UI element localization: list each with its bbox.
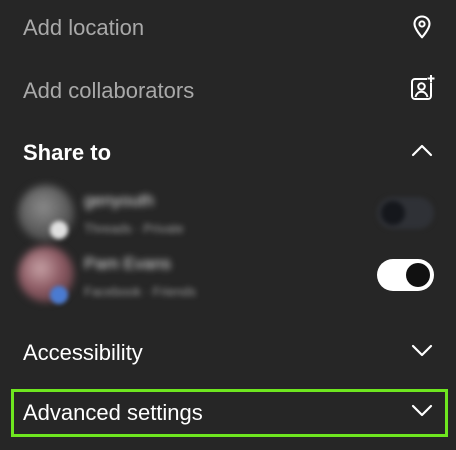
chevron-up-icon [411,143,433,157]
add-location-row[interactable]: Add location [0,0,456,58]
account-subtitle: Threads · Private [84,221,184,236]
account-name: genyouth [84,191,154,210]
highlight-box [11,389,448,437]
add-collaborators-row[interactable]: Add collaborators [0,62,456,120]
platform-badge-icon [50,286,68,304]
share-toggle[interactable] [377,197,434,229]
location-pin-icon [410,14,434,40]
accessibility-row[interactable]: Accessibility [0,322,456,380]
share-toggle[interactable] [377,259,434,291]
account-subtitle: Facebook · Friends [84,284,196,299]
add-location-label: Add location [23,15,145,40]
platform-badge-icon [50,221,68,239]
toggle-knob [406,263,430,287]
share-to-header[interactable]: Share to [0,124,456,180]
share-account-2: Pam Evans Facebook · Friends [0,246,456,306]
accessibility-label: Accessibility [23,340,143,365]
share-to-title: Share to [23,140,112,165]
add-person-icon [410,74,436,102]
share-account-1: genyouth Threads · Private [0,183,456,243]
account-name: Pam Evans [84,254,171,273]
chevron-down-icon [411,344,433,358]
toggle-knob [381,201,405,225]
add-collaborators-label: Add collaborators [23,78,195,103]
